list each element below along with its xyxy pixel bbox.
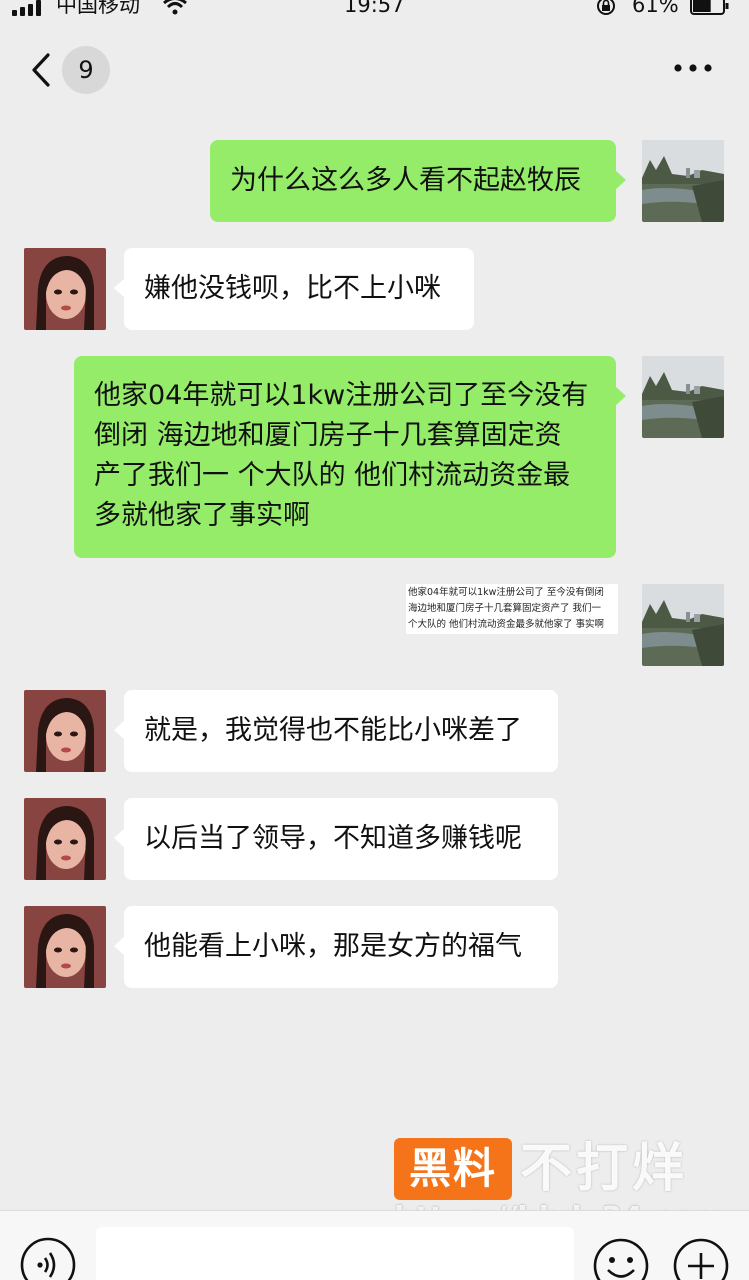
watermark: 黑料 不打烊 https://bbdy34.com (394, 1138, 724, 1234)
message-text: 嫌他没钱呗，比不上小咪 (144, 273, 441, 304)
contact-avatar[interactable] (24, 690, 106, 772)
contact-avatar[interactable] (24, 906, 106, 988)
message-text: 为什么这么多人看不起赵牧辰 (230, 165, 581, 196)
message-text: 就是，我觉得也不能比小咪差了 (144, 715, 522, 746)
plus-icon[interactable] (672, 1237, 730, 1280)
landscape-avatar-image (642, 356, 724, 438)
woman-avatar-image (24, 798, 106, 880)
message-bubble-sent[interactable]: 为什么这么多人看不起赵牧辰 (210, 140, 626, 222)
wifi-icon (163, 0, 187, 15)
message-list[interactable]: 为什么这么多人看不起赵牧辰 嫌他没钱呗，比不上小咪 他家04年就可以1kw注册公… (0, 114, 749, 1210)
woman-avatar-image (24, 248, 106, 330)
chevron-left-icon[interactable] (26, 52, 56, 88)
rotation-lock-icon (597, 0, 615, 15)
carrier-name: 中国移动 (56, 0, 140, 17)
message-bubble-received[interactable]: 以后当了领导，不知道多赚钱呢 (114, 798, 558, 880)
message-bubble-received[interactable]: 嫌他没钱呗，比不上小咪 (114, 248, 474, 330)
unread-count-badge[interactable]: 9 (62, 46, 110, 94)
battery-percent: 61% (632, 0, 679, 17)
image-text-line: 海边地和厦门房子十几套算固定资产了 我们一 (408, 603, 602, 614)
message-text: 他能看上小咪，那是女方的福气 (144, 931, 522, 962)
message-text-line: 多就他家了事实啊 (94, 500, 310, 531)
my-avatar[interactable] (642, 356, 724, 438)
my-avatar[interactable] (642, 584, 724, 666)
watermark-logo: 黑料 (394, 1138, 512, 1200)
watermark-brand: 不打烊 (520, 1139, 689, 1199)
status-bar: 中国移动 19:57 61% (0, 0, 749, 26)
contact-avatar[interactable] (24, 248, 106, 330)
status-time: 19:57 (344, 0, 405, 17)
signal-icon (12, 0, 41, 16)
message-bubble-received[interactable]: 就是，我觉得也不能比小咪差了 (114, 690, 558, 772)
battery-icon (690, 0, 729, 15)
landscape-avatar-image (642, 584, 724, 666)
woman-avatar-image (24, 690, 106, 772)
message-bubble-sent[interactable]: 他家04年就可以1kw注册公司了至今没有 倒闭 海边地和厦门房子十几套算固定资 … (74, 356, 626, 558)
message-text-line: 产了我们一 个大队的 他们村流动资金最 (94, 460, 571, 491)
emoji-icon[interactable] (592, 1237, 650, 1280)
image-text-line: 他家04年就可以1kw注册公司了 至今没有倒闭 (408, 587, 604, 598)
my-avatar[interactable] (642, 140, 724, 222)
message-text: 以后当了领导，不知道多赚钱呢 (144, 823, 522, 854)
landscape-avatar-image (642, 140, 724, 222)
message-bubble-received[interactable]: 他能看上小咪，那是女方的福气 (114, 906, 558, 988)
chat-header: 9 (0, 26, 749, 114)
voice-icon[interactable] (20, 1237, 76, 1280)
image-text-line: 个大队的 他们村流动资金最多就他家了 事实啊 (408, 619, 605, 630)
message-input[interactable] (96, 1227, 574, 1280)
woman-avatar-image (24, 906, 106, 988)
contact-avatar[interactable] (24, 798, 106, 880)
message-text-line: 倒闭 海边地和厦门房子十几套算固定资 (94, 420, 562, 451)
input-bar (0, 1210, 749, 1280)
more-icon[interactable] (672, 56, 714, 80)
message-text-line: 他家04年就可以1kw注册公司了至今没有 (94, 380, 589, 411)
image-message[interactable]: 他家04年就可以1kw注册公司了 至今没有倒闭 海边地和厦门房子十几套算固定资产… (406, 584, 618, 634)
